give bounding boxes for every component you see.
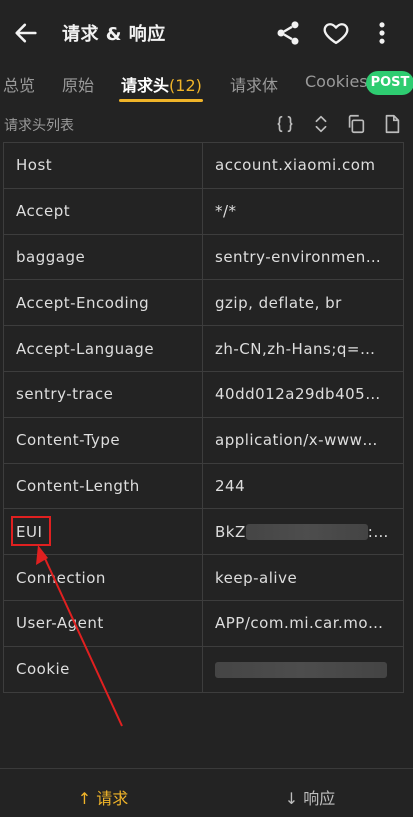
section-header: 请求头列表: [0, 110, 413, 138]
tab-overview[interactable]: 总览: [3, 72, 35, 96]
value-prefix: BkZ: [215, 522, 246, 541]
tab-cookies[interactable]: Cookies: [305, 72, 368, 91]
table-row[interactable]: User-Agent APP/com.mi.car.mo…: [3, 599, 404, 647]
redacted-value: [245, 524, 368, 541]
header-value: */*: [202, 187, 404, 235]
tab-count: (12): [169, 76, 202, 95]
request-button[interactable]: ↑ 请求: [0, 769, 206, 817]
value-suffix: :…: [367, 522, 389, 541]
json-braces-icon[interactable]: [274, 113, 296, 135]
table-row[interactable]: Host account.xiaomi.com: [3, 142, 404, 189]
back-arrow-icon[interactable]: [12, 19, 40, 47]
app-bar: 请求 & 响应: [0, 0, 413, 66]
header-key: Accept: [3, 187, 203, 235]
more-vertical-icon[interactable]: [368, 19, 396, 47]
table-row[interactable]: EUI BkZ:…: [3, 508, 404, 556]
method-badge: POST: [366, 71, 413, 95]
tab-raw[interactable]: 原始: [62, 72, 94, 96]
header-key: Accept-Language: [3, 325, 203, 372]
header-key: Cookie: [3, 645, 203, 693]
expand-collapse-icon[interactable]: [310, 113, 332, 135]
header-key: Content-Type: [3, 416, 203, 464]
header-key: Accept-Encoding: [3, 279, 203, 327]
headers-table: Host account.xiaomi.com Accept */* bagga…: [3, 142, 404, 693]
header-key: Connection: [3, 554, 203, 601]
active-tab-indicator: [119, 99, 203, 102]
header-value: gzip, deflate, br: [202, 279, 404, 327]
table-row[interactable]: Cookie: [3, 645, 404, 693]
highlight-box: [11, 516, 51, 546]
table-row[interactable]: Connection keep-alive: [3, 554, 404, 601]
tab-request-body[interactable]: 请求体: [230, 72, 278, 96]
header-value: account.xiaomi.com: [202, 142, 404, 189]
table-row[interactable]: Content-Type application/x-www…: [3, 416, 404, 464]
header-value: [202, 645, 404, 693]
page-title: 请求 & 响应: [62, 24, 166, 45]
header-key: sentry-trace: [3, 370, 203, 418]
table-row[interactable]: Accept */*: [3, 187, 404, 235]
tab-bar: 总览 原始 请求头(12) 请求体 Cookies: [0, 66, 413, 106]
redacted-value: [215, 661, 387, 678]
header-key: baggage: [3, 233, 203, 281]
header-value: application/x-www…: [202, 416, 404, 464]
header-key: Content-Length: [3, 462, 203, 510]
copy-icon[interactable]: [345, 113, 367, 135]
header-key: User-Agent: [3, 599, 203, 647]
header-value: 40dd012a29db405…: [202, 370, 404, 418]
table-row[interactable]: Accept-Language zh-CN,zh-Hans;q=…: [3, 325, 404, 372]
tab-request-headers[interactable]: 请求头(12): [121, 72, 202, 96]
header-value: BkZ :…: [202, 508, 404, 556]
share-icon[interactable]: [274, 19, 302, 47]
header-value: keep-alive: [202, 554, 404, 601]
bottom-bar: ↑ 请求 ↓ 响应: [0, 768, 413, 817]
file-icon[interactable]: [381, 113, 403, 135]
tab-label: 请求头: [121, 76, 170, 95]
table-row[interactable]: sentry-trace 40dd012a29db405…: [3, 370, 404, 418]
header-value: sentry-environmen…: [202, 233, 404, 281]
response-button[interactable]: ↓ 响应: [207, 769, 413, 817]
section-title: 请求头列表: [4, 118, 74, 134]
header-key: Host: [3, 142, 203, 189]
header-value: 244: [202, 462, 404, 510]
table-row[interactable]: baggage sentry-environmen…: [3, 233, 404, 281]
header-value: zh-CN,zh-Hans;q=…: [202, 325, 404, 372]
table-row[interactable]: Content-Length 244: [3, 462, 404, 510]
header-value: APP/com.mi.car.mo…: [202, 599, 404, 647]
favorite-heart-icon[interactable]: [322, 19, 350, 47]
table-row[interactable]: Accept-Encoding gzip, deflate, br: [3, 279, 404, 327]
